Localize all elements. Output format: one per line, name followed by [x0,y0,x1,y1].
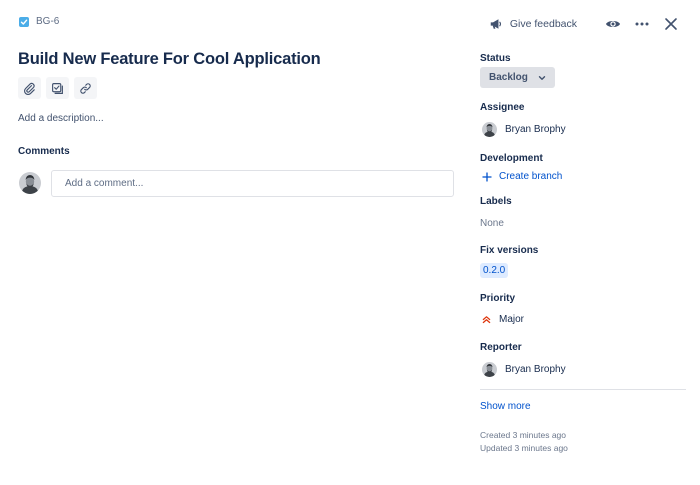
labels-label: Labels [480,196,512,207]
avatar [482,362,497,377]
comments-heading: Comments [18,146,70,157]
more-actions-button[interactable] [631,13,653,35]
issue-title[interactable]: Build New Feature For Cool Application [18,50,321,69]
header-actions: Give feedback [489,13,682,35]
link-icon [80,82,91,94]
priority-label: Priority [480,293,516,304]
plus-icon [482,171,492,182]
reporter-label: Reporter [480,342,522,353]
watch-button[interactable] [602,13,624,35]
comment-input[interactable]: Add a comment... [51,170,454,197]
avatar [19,172,41,194]
attach-button[interactable] [18,77,41,99]
create-branch-label: Create branch [499,171,563,182]
updated-timestamp: Updated 3 minutes ago [480,443,568,453]
issue-header: BG-6 Give feedback [0,0,700,46]
close-icon [665,18,677,30]
link-issue-button[interactable] [74,77,97,99]
status-label: Status [480,53,511,64]
close-button[interactable] [660,13,682,35]
priority-field[interactable]: Major [482,314,524,325]
issue-key-link[interactable]: BG-6 [19,16,59,27]
created-timestamp: Created 3 minutes ago [480,430,566,440]
development-label: Development [480,153,543,164]
subtask-icon [52,82,63,94]
task-check-icon [19,16,29,27]
priority-major-icon [482,316,491,324]
divider [480,389,686,390]
more-horizontal-icon [635,22,649,26]
reporter-name: Bryan Brophy [505,364,566,375]
chevron-down-icon [538,75,546,80]
status-dropdown[interactable]: Backlog [480,67,555,88]
reporter-field[interactable]: Bryan Brophy [482,362,566,377]
add-subtask-button[interactable] [46,77,69,99]
fix-version-tag[interactable]: 0.2.0 [480,263,509,278]
assignee-label: Assignee [480,102,525,113]
give-feedback-label: Give feedback [509,18,577,30]
assignee-field[interactable]: Bryan Brophy [482,122,566,137]
paperclip-icon [24,82,35,95]
eye-icon [606,21,620,27]
status-value: Backlog [489,72,528,83]
avatar [482,122,497,137]
megaphone-icon [490,19,501,29]
create-branch-link[interactable]: Create branch [482,171,562,182]
priority-value: Major [499,314,525,325]
fix-versions-label: Fix versions [480,245,539,256]
add-description-field[interactable]: Add a description... [18,113,104,124]
issue-toolbar [18,77,97,99]
give-feedback-button[interactable]: Give feedback [489,17,577,31]
issue-key-text: BG-6 [36,16,60,27]
labels-value[interactable]: None [480,218,504,229]
assignee-name: Bryan Brophy [505,124,566,135]
show-more-link[interactable]: Show more [480,401,531,412]
